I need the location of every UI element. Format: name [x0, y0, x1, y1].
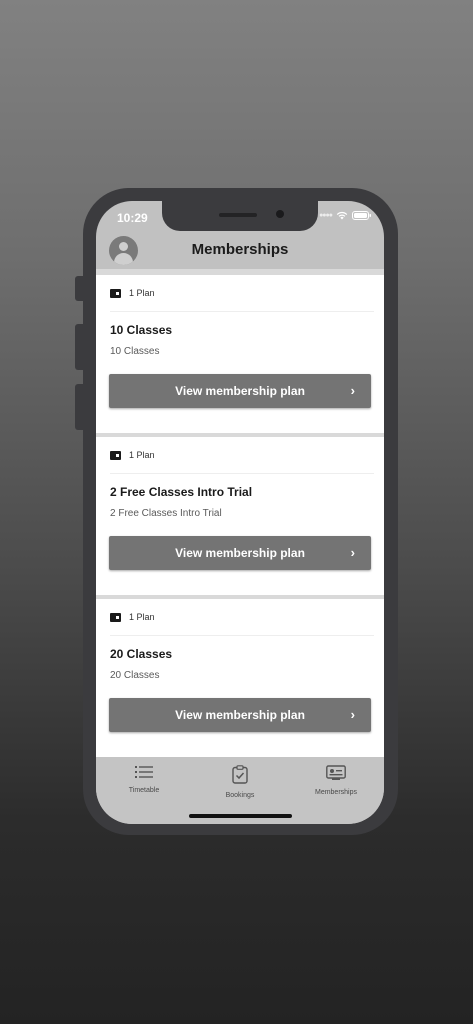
plan-count-row: 1 Plan: [110, 450, 155, 460]
wallet-icon: [110, 450, 121, 460]
page-title: Memberships: [191, 241, 289, 258]
button-label: View membership plan: [175, 708, 305, 722]
wifi-icon: [336, 211, 348, 220]
chevron-right-icon: ›: [350, 383, 355, 398]
divider: [110, 473, 374, 474]
button-label: View membership plan: [175, 384, 305, 398]
view-membership-plan-button[interactable]: View membership plan ›: [109, 374, 371, 408]
membership-card-icon: [326, 765, 346, 780]
view-membership-plan-button[interactable]: View membership plan ›: [109, 536, 371, 570]
plan-count-row: 1 Plan: [110, 288, 155, 298]
app-screen: 10:29 ●●●● Memberships 1 Plan 10 Classes…: [96, 201, 384, 824]
speaker: [219, 213, 257, 217]
membership-card: 1 Plan 10 Classes 10 Classes View member…: [96, 275, 384, 433]
membership-title: 2 Free Classes Intro Trial: [110, 485, 253, 499]
membership-title: 20 Classes: [110, 647, 173, 661]
battery-icon: [352, 211, 371, 220]
plan-count: 1 Plan: [129, 612, 155, 622]
notch: [162, 201, 318, 231]
membership-subtitle: 10 Classes: [110, 346, 160, 357]
status-icons: ●●●●: [319, 211, 372, 220]
membership-card: 1 Plan 20 Classes 20 Classes View member…: [96, 599, 384, 757]
chevron-right-icon: ›: [350, 707, 355, 722]
button-label: View membership plan: [175, 546, 305, 560]
tab-label: Memberships: [314, 789, 357, 796]
membership-title: 10 Classes: [110, 323, 173, 337]
list-icon: [135, 766, 153, 778]
view-membership-plan-button[interactable]: View membership plan ›: [109, 698, 371, 732]
tab-bookings[interactable]: Bookings: [200, 765, 280, 799]
app-header: Memberships: [96, 231, 384, 269]
tab-timetable[interactable]: Timetable: [104, 765, 184, 794]
plan-count: 1 Plan: [129, 288, 155, 298]
membership-subtitle: 20 Classes: [110, 670, 160, 681]
front-camera: [276, 210, 284, 218]
tab-memberships[interactable]: Memberships: [296, 765, 376, 796]
membership-subtitle: 2 Free Classes Intro Trial: [110, 508, 222, 519]
status-time: 10:29: [117, 211, 148, 225]
tab-label: Timetable: [128, 787, 160, 794]
plan-count: 1 Plan: [129, 450, 155, 460]
divider: [110, 635, 374, 636]
membership-card: 1 Plan 2 Free Classes Intro Trial 2 Free…: [96, 437, 384, 595]
plan-count-row: 1 Plan: [110, 612, 155, 622]
memberships-list[interactable]: 1 Plan 10 Classes 10 Classes View member…: [96, 269, 384, 757]
chevron-right-icon: ›: [350, 545, 355, 560]
home-indicator[interactable]: [189, 814, 292, 818]
signal-icon: ●●●●: [319, 212, 333, 219]
clipboard-check-icon: [232, 765, 248, 784]
wallet-icon: [110, 288, 121, 298]
tab-label: Bookings: [225, 792, 255, 799]
wallet-icon: [110, 612, 121, 622]
divider: [110, 311, 374, 312]
